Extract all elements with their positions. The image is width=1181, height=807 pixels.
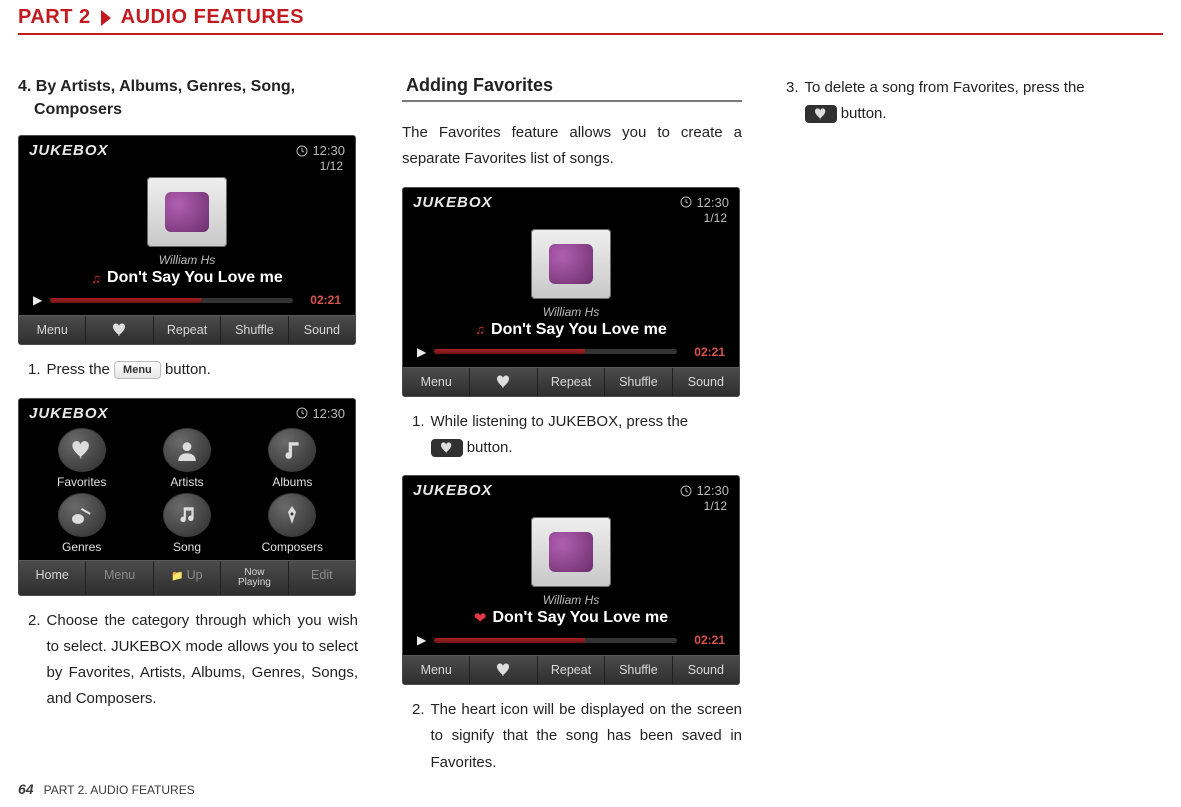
album-art-icon bbox=[531, 229, 611, 299]
jb-clock-val: 12:30 bbox=[312, 143, 345, 158]
footer-crumb: PART 2. AUDIO FEATURES bbox=[44, 783, 195, 797]
play-icon: ▶ bbox=[417, 633, 426, 647]
seek-bar bbox=[50, 298, 293, 303]
cat-song: Song bbox=[134, 493, 239, 554]
page-footer: 64 PART 2. AUDIO FEATURES bbox=[18, 781, 195, 797]
jb-menu-button: Menu bbox=[19, 316, 86, 344]
cat-albums: Albums bbox=[240, 428, 345, 489]
music-note-icon: ♫ bbox=[91, 271, 101, 286]
album-art-icon bbox=[147, 177, 227, 247]
jb-menu-button: Menu bbox=[86, 561, 153, 595]
jb-favorite-button bbox=[470, 656, 537, 684]
column-1: 4. By Artists, Albums, Genres, Song, Com… bbox=[18, 75, 358, 790]
page-header: PART 2 AUDIO FEATURES bbox=[0, 0, 1181, 29]
part-label: PART 2 bbox=[18, 6, 91, 29]
content-columns: 4. By Artists, Albums, Genres, Song, Com… bbox=[0, 35, 1181, 790]
pen-icon bbox=[282, 504, 302, 526]
jb-up-button: 📁 Up bbox=[154, 561, 221, 595]
heart-button-icon bbox=[805, 105, 837, 123]
jb-count: 1/12 bbox=[19, 159, 355, 175]
col2-heading: Adding Favorites bbox=[402, 75, 742, 102]
col1-heading: 4. By Artists, Albums, Genres, Song, Com… bbox=[18, 75, 358, 121]
clock-icon bbox=[296, 407, 308, 419]
chevron-right-icon bbox=[101, 10, 111, 26]
column-2: Adding Favorites The Favorites feature a… bbox=[402, 75, 742, 790]
jb-title: JUKEBOX bbox=[29, 142, 109, 159]
cat-genres: Genres bbox=[29, 493, 134, 554]
jb-now-playing-button: NowPlaying bbox=[221, 561, 288, 595]
double-note-icon bbox=[176, 504, 198, 526]
col1-step1: 1. Press the Menu button. bbox=[28, 357, 358, 383]
jb-bottom-bar: Home Menu 📁 Up NowPlaying Edit bbox=[19, 560, 355, 595]
jb-time: 02:21 bbox=[301, 293, 341, 307]
jukebox-screenshot-playing: JUKEBOX 12:30 1/12 William Hs ♫ Don't Sa… bbox=[402, 187, 740, 397]
heart-outline-icon bbox=[496, 663, 512, 677]
step-number: 2. bbox=[28, 608, 41, 713]
menu-button-icon: Menu bbox=[114, 361, 161, 379]
step-number: 1. bbox=[28, 357, 41, 383]
jb-artist: William Hs bbox=[19, 253, 355, 267]
col2-intro: The Favorites feature allows you to crea… bbox=[402, 120, 742, 173]
jb-sound-button: Sound bbox=[289, 316, 355, 344]
clock-icon bbox=[680, 196, 692, 208]
page-number: 64 bbox=[18, 781, 34, 797]
jb-bottom-bar: Menu Repeat Shuffle Sound bbox=[19, 315, 355, 344]
heart-filled-icon: ❤ bbox=[474, 609, 487, 627]
heart-outline-icon bbox=[112, 323, 128, 337]
music-note-icon: ♫ bbox=[475, 322, 485, 337]
play-icon: ▶ bbox=[33, 293, 42, 307]
jukebox-screenshot-categories: JUKEBOX 12:30 Favorites Artists Albums G… bbox=[18, 398, 356, 596]
album-art-icon bbox=[531, 517, 611, 587]
heart-outline-icon bbox=[496, 375, 512, 389]
jb-repeat-button: Repeat bbox=[154, 316, 221, 344]
jb-shuffle-button: Shuffle bbox=[221, 316, 288, 344]
heart-button-icon bbox=[431, 439, 463, 457]
col2-step2: 2. The heart icon will be displayed on t… bbox=[412, 697, 742, 776]
jb-category-grid: Favorites Artists Albums Genres Song Com… bbox=[19, 422, 355, 560]
section-title: AUDIO FEATURES bbox=[121, 6, 304, 29]
jb-favorite-button bbox=[86, 316, 153, 344]
jb-clock: 12:30 bbox=[296, 143, 345, 158]
step-text: Choose the category through which you wi… bbox=[47, 608, 358, 713]
person-icon bbox=[176, 439, 198, 461]
col1-step2: 2. Choose the category through which you… bbox=[28, 608, 358, 713]
play-icon: ▶ bbox=[417, 345, 426, 359]
col1-heading-line2: Composers bbox=[18, 98, 358, 121]
heart-icon bbox=[71, 440, 93, 460]
jukebox-screenshot-playing: JUKEBOX 12:30 1/12 William Hs ♫ Don't Sa… bbox=[18, 135, 356, 345]
cat-composers: Composers bbox=[240, 493, 345, 554]
step-text: Press the Menu button. bbox=[47, 357, 358, 383]
clock-icon bbox=[296, 145, 308, 157]
jb-clock: 12:30 bbox=[296, 406, 345, 421]
jb-favorite-button bbox=[470, 368, 537, 396]
col3-step3: 3. To delete a song from Favorites, pres… bbox=[786, 75, 1126, 128]
music-note-icon bbox=[281, 439, 303, 461]
jb-home-button: Home bbox=[19, 561, 86, 595]
column-3: 3. To delete a song from Favorites, pres… bbox=[786, 75, 1126, 790]
jb-song: Don't Say You Love me bbox=[107, 269, 283, 287]
cat-favorites: Favorites bbox=[29, 428, 134, 489]
jukebox-screenshot-favorited: JUKEBOX 12:30 1/12 William Hs ❤ Don't Sa… bbox=[402, 475, 740, 685]
guitar-icon bbox=[70, 505, 94, 525]
cat-artists: Artists bbox=[134, 428, 239, 489]
jb-edit-button: Edit bbox=[289, 561, 355, 595]
jb-title: JUKEBOX bbox=[29, 405, 109, 422]
col2-step1: 1. While listening to JUKEBOX, press the… bbox=[412, 409, 742, 462]
clock-icon bbox=[680, 485, 692, 497]
col1-heading-line1: 4. By Artists, Albums, Genres, Song, bbox=[18, 75, 358, 98]
